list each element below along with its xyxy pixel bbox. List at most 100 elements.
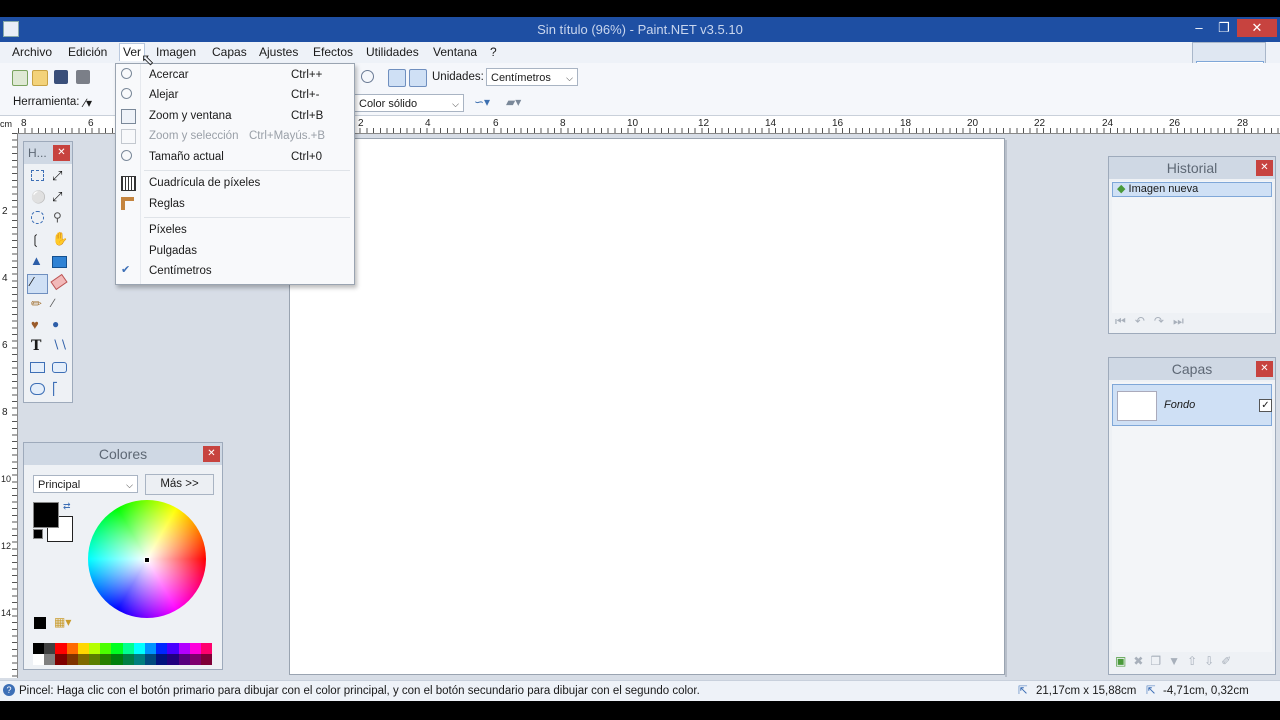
palette-swatch[interactable] [55, 643, 67, 654]
new-image-icon[interactable] [12, 70, 28, 86]
close-icon[interactable]: ✕ [53, 145, 70, 161]
palette-swatch[interactable] [111, 643, 123, 654]
history-last-icon[interactable]: ⏭ [1173, 314, 1193, 328]
palette-swatch[interactable] [133, 643, 145, 654]
palette-swatch[interactable] [66, 654, 78, 665]
color-wheel-cursor[interactable] [144, 557, 150, 563]
move-layer-up-icon[interactable]: ⇧ [1187, 654, 1204, 668]
rulers-toggle-icon[interactable] [409, 69, 427, 87]
close-icon[interactable]: ✕ [1256, 160, 1273, 176]
palette-swatch[interactable] [77, 643, 89, 654]
primary-color-swatch[interactable] [33, 502, 59, 528]
freeform-shape-icon[interactable]: ⎡ [52, 382, 58, 396]
palette-swatch[interactable] [189, 643, 201, 654]
palette-swatch[interactable] [89, 654, 101, 665]
move-layer-down-icon[interactable]: ⇩ [1204, 654, 1221, 668]
layer-visibility-checkbox[interactable]: ✓ [1259, 399, 1272, 412]
eraser-icon[interactable] [50, 273, 68, 291]
brush-tool-icon[interactable]: ∕▾ [84, 96, 92, 110]
palette-swatch[interactable] [66, 643, 78, 654]
palette-swatch[interactable] [156, 654, 168, 665]
palette-swatch[interactable] [167, 654, 179, 665]
palette-swatch[interactable] [201, 654, 213, 665]
menu-item-inches[interactable]: Pulgadas [116, 241, 354, 261]
more-colors-button[interactable]: Más >> [145, 474, 214, 495]
menu-item-zoom-out[interactable]: Alejar Ctrl+- [116, 85, 354, 105]
duplicate-layer-icon[interactable]: ❐ [1150, 654, 1168, 668]
minimize-button[interactable]: – [1186, 19, 1212, 37]
menu-utilidades[interactable]: Utilidades [366, 45, 419, 59]
close-icon[interactable]: ✕ [1256, 361, 1273, 377]
menu-help[interactable]: ? [490, 45, 497, 59]
menu-item-pixels[interactable]: Píxeles [116, 220, 354, 240]
menu-imagen[interactable]: Imagen [156, 45, 196, 59]
palette-swatch[interactable] [156, 643, 168, 654]
palette-swatch[interactable] [145, 654, 157, 665]
palette-menu-icon[interactable]: ▦▾ [54, 615, 71, 629]
print-icon[interactable] [76, 70, 90, 84]
paint-bucket-icon[interactable]: ▲ [30, 253, 43, 268]
palette-swatch[interactable] [189, 654, 201, 665]
menu-edicion[interactable]: Edición [68, 45, 107, 59]
palette-swatch[interactable] [145, 643, 157, 654]
palette-swatch[interactable] [122, 654, 134, 665]
reset-colors-icon[interactable] [33, 529, 43, 539]
rectangle-shape-icon[interactable] [30, 362, 45, 373]
menu-archivo[interactable]: Archivo [12, 45, 52, 59]
color-wheel[interactable] [88, 500, 206, 618]
paintbrush-icon[interactable]: ∕ [31, 274, 33, 289]
menu-efectos[interactable]: Efectos [313, 45, 353, 59]
palette-swatch[interactable] [89, 643, 101, 654]
delete-layer-icon[interactable]: ✖ [1133, 654, 1150, 668]
palette-swatch[interactable] [167, 643, 179, 654]
open-folder-icon[interactable] [32, 70, 48, 86]
palette-swatch[interactable] [201, 643, 213, 654]
menu-ajustes[interactable]: Ajustes [259, 45, 298, 59]
color-picker-icon[interactable]: ∕ [52, 296, 54, 310]
palette-swatch[interactable] [55, 654, 67, 665]
menu-item-zoom-window[interactable]: Zoom y ventana Ctrl+B [116, 106, 354, 126]
close-icon[interactable]: ✕ [203, 446, 220, 462]
palette-swatch[interactable] [122, 643, 134, 654]
menu-capas[interactable]: Capas [212, 45, 247, 59]
swap-colors-icon[interactable]: ⇄ [63, 501, 71, 512]
recolor-icon[interactable]: ● [52, 317, 59, 331]
zoom-tool-icon[interactable]: ⚲ [53, 210, 62, 224]
restore-button[interactable]: ❐ [1212, 19, 1236, 37]
palette-swatch[interactable] [133, 654, 145, 665]
units-select[interactable]: Centímetros ⌵ [486, 68, 578, 86]
merge-layer-down-icon[interactable]: ▼ [1168, 654, 1187, 668]
ellipse-select-icon[interactable] [31, 211, 44, 224]
pencil-icon[interactable]: ✏ [31, 296, 42, 312]
clone-stamp-icon[interactable]: ♥ [31, 317, 39, 332]
palette-swatch[interactable] [33, 654, 45, 665]
redo-icon[interactable]: ↷ [1154, 314, 1173, 328]
palette-swatch[interactable] [100, 643, 112, 654]
zoom-icon[interactable] [361, 70, 374, 83]
menu-item-zoom-selection[interactable]: Zoom y selección Ctrl+Mayús.+B [116, 126, 354, 146]
magic-wand-icon[interactable]: ❲ [30, 232, 41, 248]
gradient-icon[interactable] [52, 256, 67, 268]
palette-swatch[interactable] [178, 654, 190, 665]
ellipse-shape-icon[interactable] [30, 383, 45, 395]
blend-mode-icon[interactable]: ▰▾ [506, 95, 521, 109]
palette-swatch[interactable] [178, 643, 190, 654]
rounded-rectangle-icon[interactable] [52, 362, 67, 373]
text-tool-icon[interactable]: T [31, 338, 41, 354]
move-pixels-icon[interactable]: ⤢ [52, 189, 62, 205]
lasso-select-icon[interactable]: ⚪ [31, 190, 46, 204]
fill-mode-select[interactable]: Color sólido ⌵ [354, 94, 464, 112]
pixel-grid-toggle-icon[interactable] [388, 69, 406, 87]
menu-item-centimeters[interactable]: ✔ Centímetros [116, 261, 354, 281]
palette-swatch[interactable] [111, 654, 123, 665]
color-target-select[interactable]: Principal ⌵ [33, 475, 138, 493]
palette-swatch[interactable] [77, 654, 89, 665]
menu-item-rulers[interactable]: Reglas [116, 194, 354, 214]
layer-row[interactable]: Fondo ✓ [1112, 384, 1272, 426]
image-canvas[interactable] [289, 138, 1005, 675]
palette-swatch[interactable] [44, 654, 56, 665]
add-layer-icon[interactable]: ▣ [1115, 654, 1133, 668]
antialiasing-icon[interactable]: ∽▾ [474, 95, 490, 109]
palette-swatch[interactable] [33, 643, 45, 654]
pan-hand-icon[interactable]: ✋ [52, 231, 68, 247]
